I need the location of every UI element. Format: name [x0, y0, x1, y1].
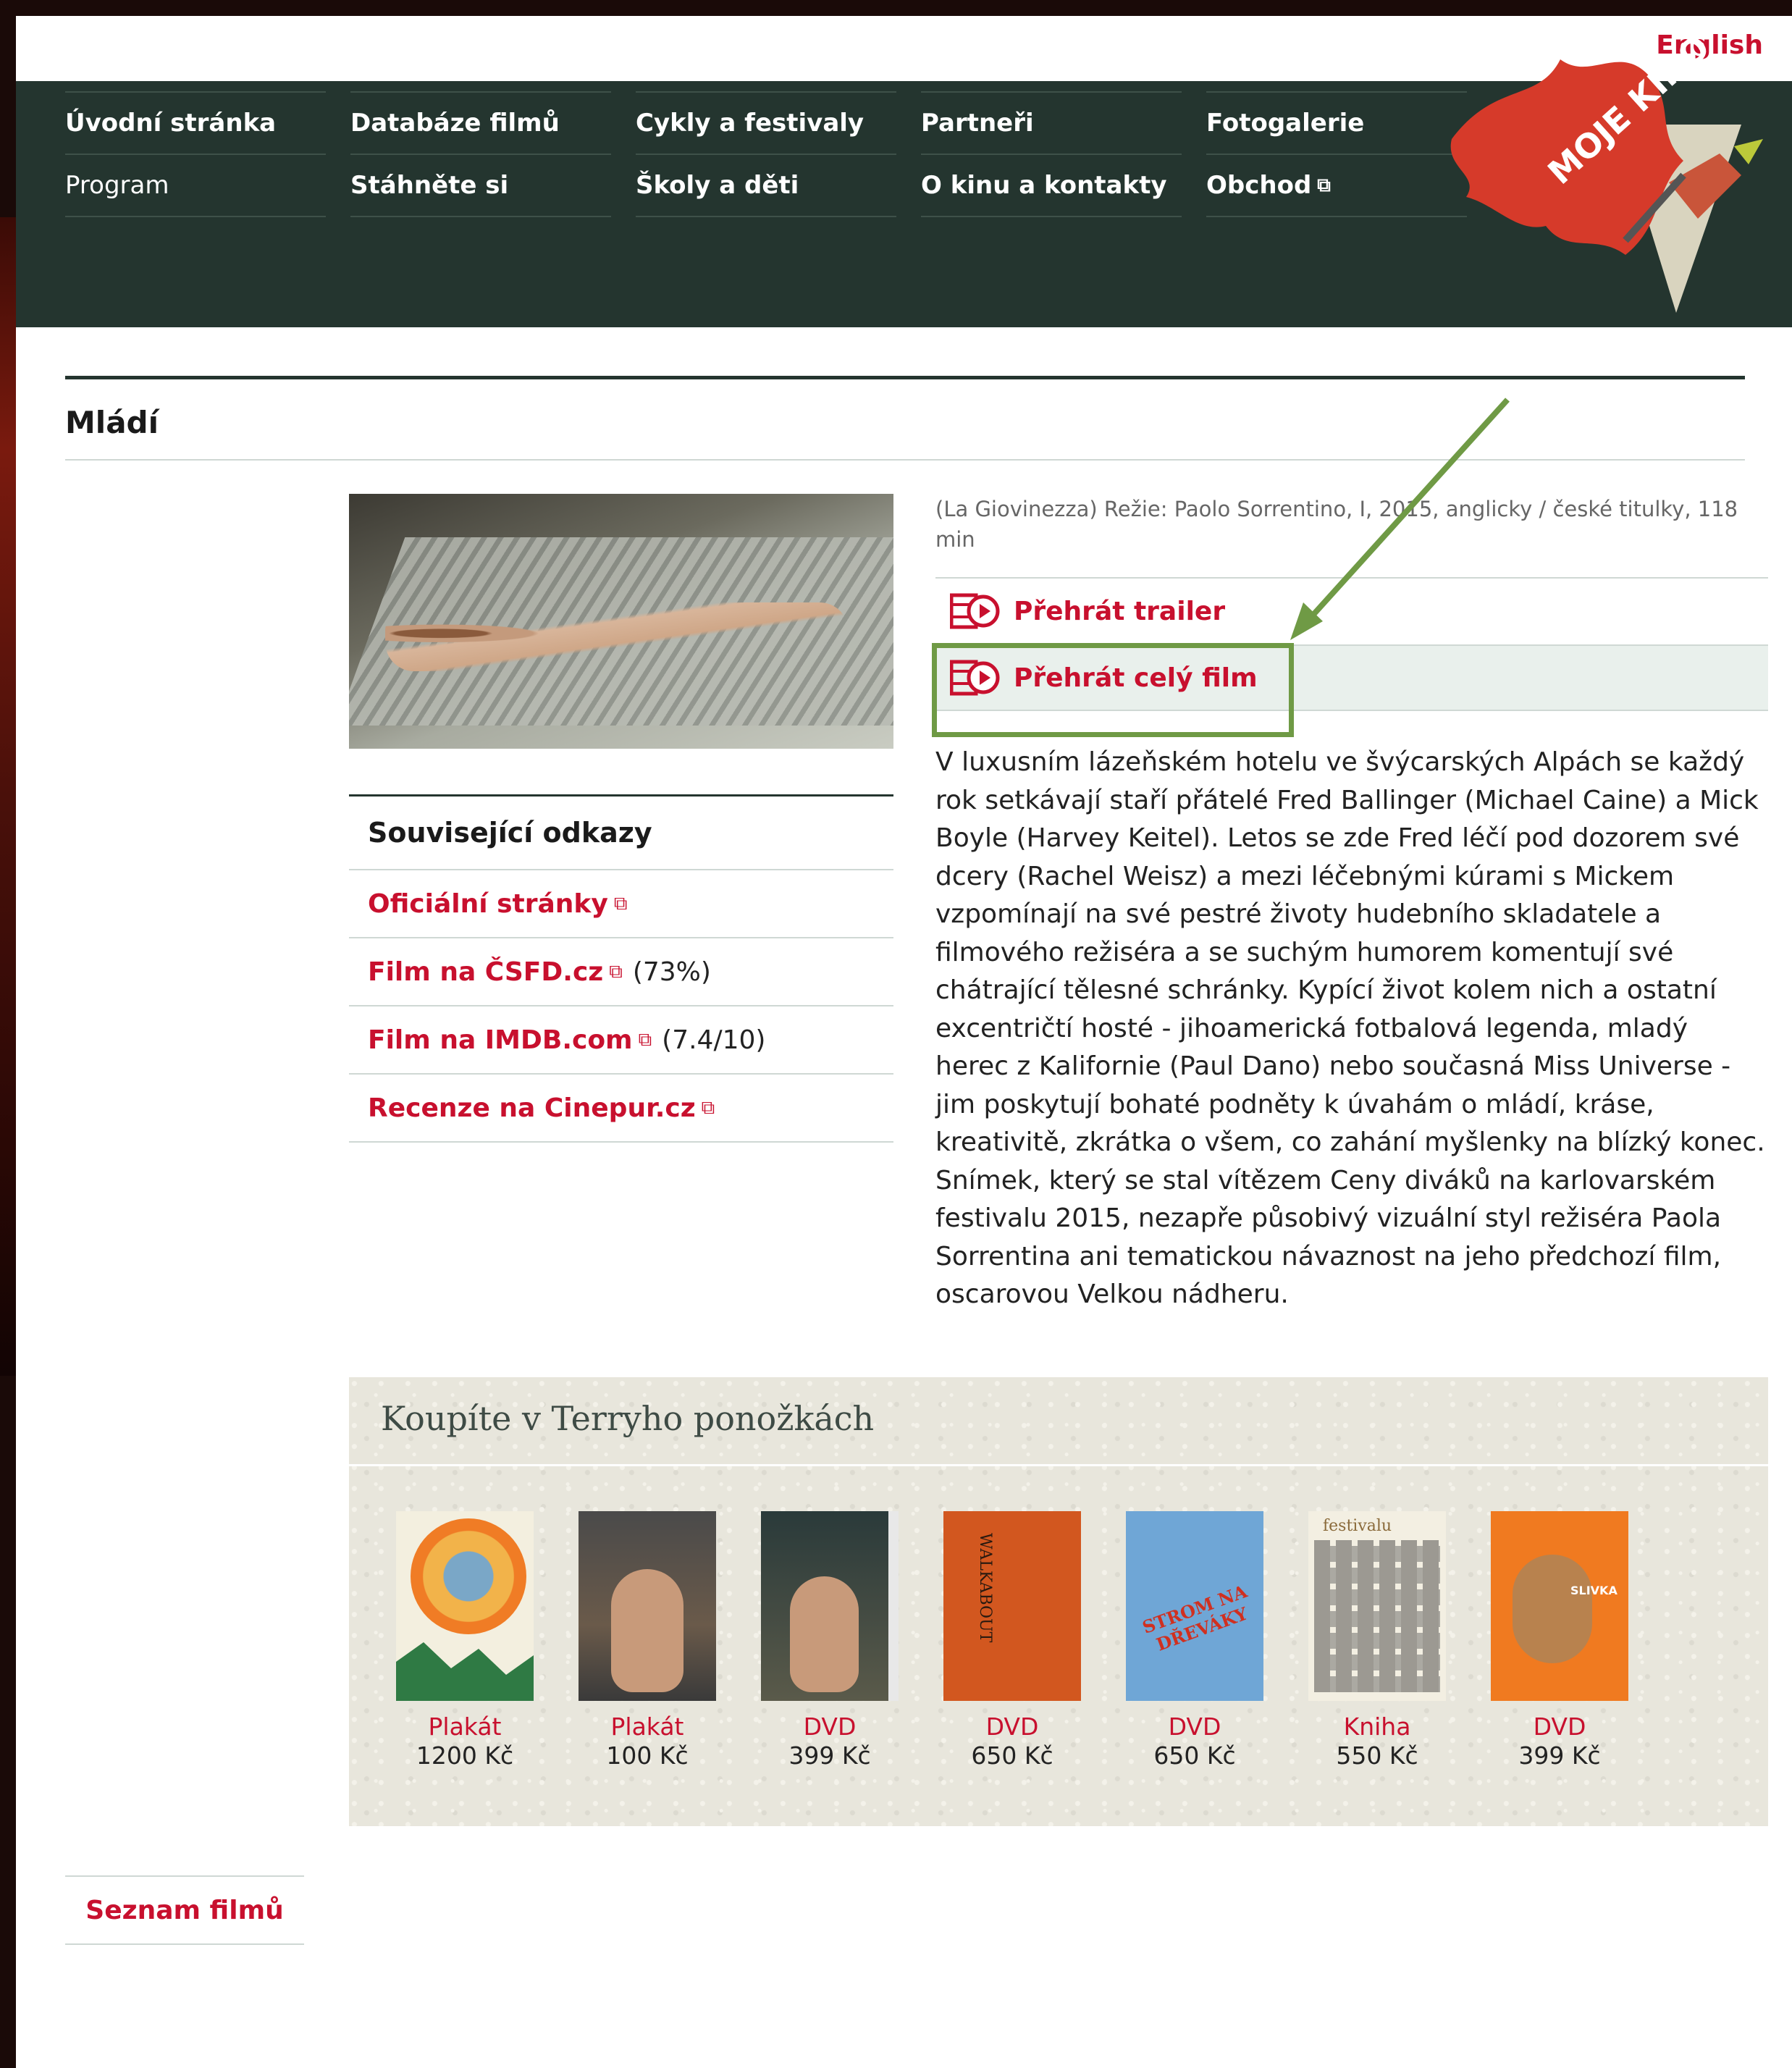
cover-photo-grid — [1314, 1540, 1440, 1692]
poster-cover — [579, 1511, 716, 1701]
nav-item-o-kinu-a-kontakty[interactable]: O kinu a kontakty — [921, 154, 1182, 217]
play-video-icon — [950, 593, 1000, 629]
csfd-link[interactable]: Film na ČSFD.cz — [368, 957, 603, 987]
cinepur-review-link[interactable]: Recenze na Cinepur.cz — [368, 1093, 696, 1123]
shop-item[interactable]: STROM NA DŘEVÁKY DVD 650 Kč — [1122, 1511, 1267, 1770]
external-link-icon: ⧉ — [613, 892, 628, 915]
related-link-row: Film na ČSFD.cz ⧉ (73%) — [349, 938, 893, 1006]
imdb-rating: (7.4/10) — [662, 1025, 766, 1055]
nav-item-stahnete-si[interactable]: Stáhněte si — [350, 154, 611, 217]
nav-item-fotogalerie[interactable]: Fotogalerie — [1206, 91, 1467, 154]
csfd-rating: (73%) — [632, 957, 711, 987]
nav-item-skoly-a-deti[interactable]: Školy a děti — [636, 154, 896, 217]
shop-item[interactable]: festivalu Kniha 550 Kč — [1305, 1511, 1450, 1770]
shop-divider — [349, 1464, 1768, 1466]
shop-item-price: 650 Kč — [1153, 1741, 1236, 1770]
nav-column-4: Partneři O kinu a kontakty — [921, 91, 1182, 217]
meta-divider — [935, 577, 1768, 579]
nav-item-cykly-a-festivaly[interactable]: Cykly a festivaly — [636, 91, 896, 154]
film-description: V luxusním lázeňském hotelu ve švýcarský… — [935, 747, 1765, 1309]
play-trailer-label: Přehrát trailer — [1014, 596, 1226, 626]
official-site-link[interactable]: Oficiální stránky — [368, 889, 608, 919]
external-link-icon: ⧉ — [1317, 174, 1331, 196]
shop-item-price: 399 Kč — [1518, 1741, 1601, 1770]
cover-title: SLIVKA — [1570, 1584, 1618, 1597]
shop-item-price: 1200 Kč — [416, 1741, 514, 1770]
nav-item-databaze-filmu[interactable]: Databáze filmů — [350, 91, 611, 154]
cover-title: festivalu — [1323, 1517, 1392, 1535]
dvd-cover: WALKABOUT — [943, 1511, 1081, 1701]
shop-item[interactable]: SLIVKA DVD 399 Kč — [1487, 1511, 1632, 1770]
cover-hill — [396, 1642, 534, 1701]
shop-item-type: DVD — [803, 1712, 857, 1741]
shop-item-type: Plakát — [610, 1712, 684, 1741]
shop-item-type: Kniha — [1343, 1712, 1411, 1741]
poster-cover — [396, 1511, 534, 1701]
shop-item[interactable]: Plakát 100 Kč — [575, 1511, 720, 1770]
shop-item-type: DVD — [1533, 1712, 1586, 1741]
shop-item-type: DVD — [985, 1712, 1039, 1741]
shop-item-type: DVD — [1168, 1712, 1221, 1741]
film-list-link[interactable]: Seznam filmů — [65, 1875, 304, 1945]
dvd-cover — [761, 1511, 899, 1701]
shop-item-price: 550 Kč — [1336, 1741, 1418, 1770]
shop-item[interactable]: Plakát 1200 Kč — [392, 1511, 537, 1770]
page: English Úvodní stránka Program Databáze … — [16, 16, 1792, 2068]
nav-column-2: Databáze filmů Stáhněte si — [350, 91, 611, 217]
logo-pencil-tip — [1734, 139, 1763, 164]
shop-item[interactable]: DVD 399 Kč — [757, 1511, 902, 1770]
nav-column-1: Úvodní stránka Program — [65, 91, 326, 217]
related-link-row: Recenze na Cinepur.cz ⧉ — [349, 1075, 893, 1143]
shop-item-price: 650 Kč — [971, 1741, 1053, 1770]
nav-item-partneri[interactable]: Partneři — [921, 91, 1182, 154]
related-link-row: Oficiální stránky ⧉ — [349, 870, 893, 938]
cover-face — [1513, 1555, 1592, 1663]
page-title-bar: Mládí — [65, 376, 1745, 461]
cover-figure — [611, 1569, 683, 1692]
dvd-cover: STROM NA DŘEVÁKY — [1126, 1511, 1263, 1701]
imdb-link[interactable]: Film na IMDB.com — [368, 1025, 633, 1055]
play-trailer-button[interactable]: Přehrát trailer — [935, 579, 1768, 643]
shop-item-type: Plakát — [428, 1712, 502, 1741]
nav-column-5: Fotogalerie Obchod ⧉ — [1206, 91, 1467, 217]
nav-item-obchod[interactable]: Obchod ⧉ — [1206, 154, 1467, 217]
still-figure — [385, 602, 849, 671]
book-cover: festivalu — [1308, 1511, 1446, 1701]
nav-item-uvodni-stranka[interactable]: Úvodní stránka — [65, 91, 326, 154]
nav-item-obchod-label: Obchod — [1206, 171, 1312, 200]
shop-item[interactable]: WALKABOUT DVD 650 Kč — [940, 1511, 1085, 1770]
nav-item-program[interactable]: Program — [65, 154, 326, 217]
external-link-icon: ⧉ — [701, 1096, 715, 1119]
nav-column-3: Cykly a festivaly Školy a děti — [636, 91, 896, 217]
cover-title: WALKABOUT — [976, 1533, 994, 1643]
shop-item-price: 100 Kč — [606, 1741, 689, 1770]
shop-heading: Koupíte v Terryho ponožkách — [381, 1399, 875, 1438]
film-meta: (La Giovinezza) Režie: Paolo Sorrentino,… — [935, 497, 1738, 552]
related-links-heading: Související odkazy — [349, 796, 893, 870]
shop-item-price: 399 Kč — [788, 1741, 871, 1770]
annotation-highlight-box — [932, 643, 1294, 737]
dvd-cover: SLIVKA — [1491, 1511, 1628, 1701]
external-link-icon: ⧉ — [609, 960, 623, 983]
related-links-panel: Související odkazy Oficiální stránky ⧉ F… — [349, 794, 893, 1143]
cover-figure — [790, 1576, 859, 1692]
shop-panel: Koupíte v Terryho ponožkách Plakát 1200 … — [349, 1377, 1768, 1826]
related-link-row: Film na IMDB.com ⧉ (7.4/10) — [349, 1006, 893, 1075]
moje-kino-logo[interactable]: MOJE KINO — [1437, 38, 1763, 313]
cover-sun — [411, 1518, 526, 1634]
cover-title: STROM NA DŘEVÁKY — [1139, 1580, 1250, 1655]
page-title: Mládí — [65, 405, 159, 440]
film-still-image — [349, 494, 893, 749]
external-link-icon: ⧉ — [638, 1028, 652, 1051]
